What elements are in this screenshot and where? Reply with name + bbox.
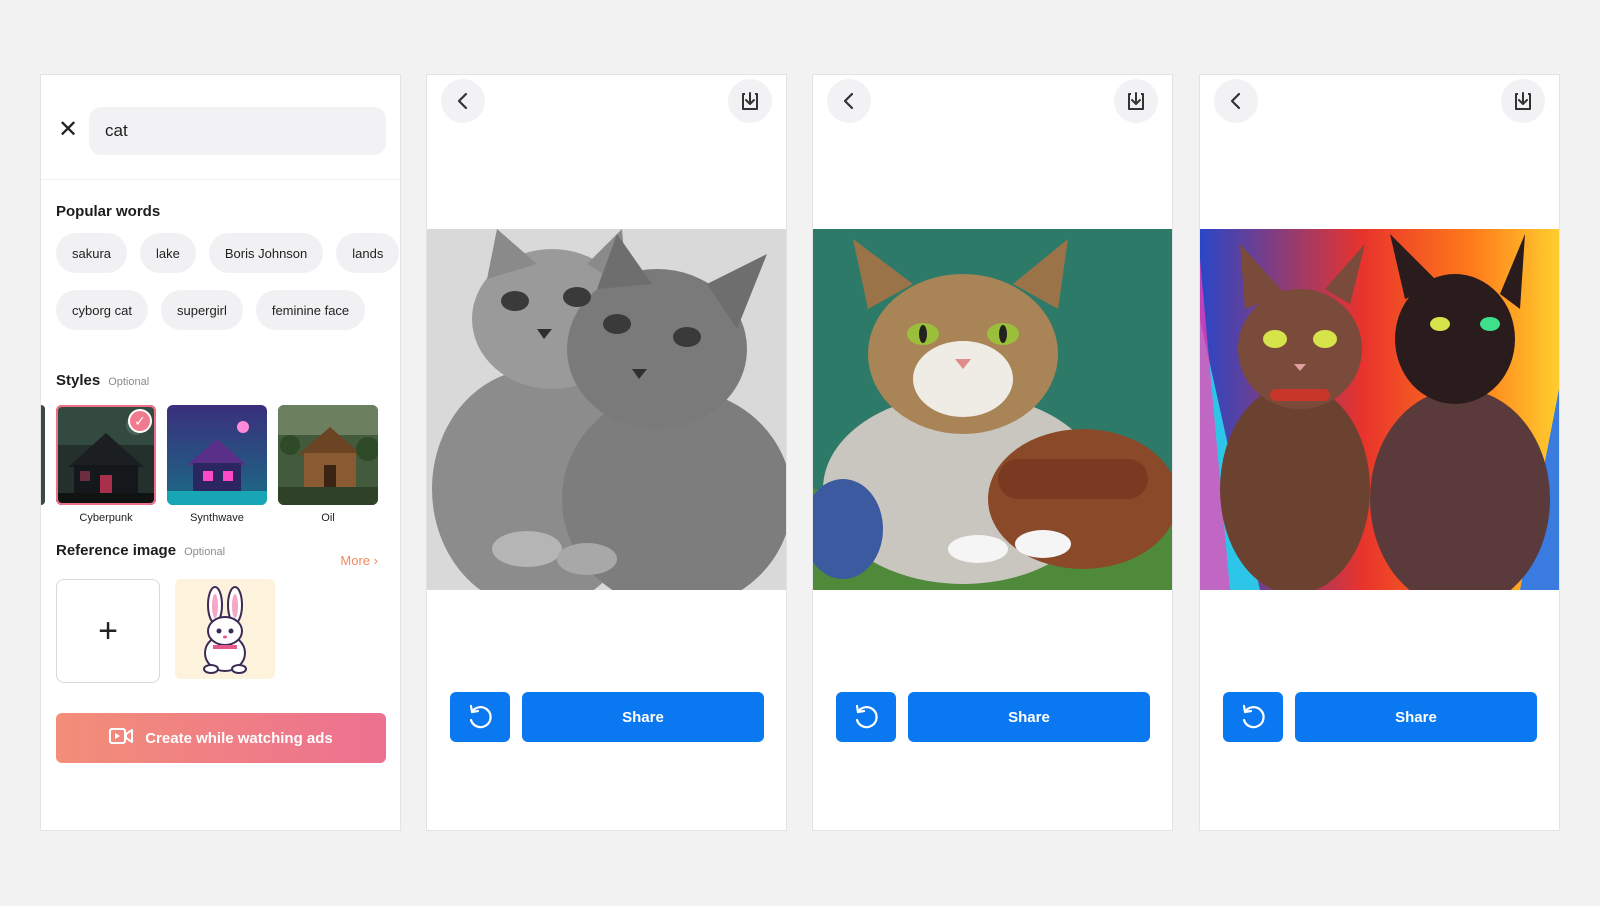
style-synthwave-thumbnail <box>167 405 267 505</box>
back-button[interactable] <box>441 79 485 123</box>
download-icon <box>742 92 758 110</box>
download-button[interactable] <box>1501 79 1545 123</box>
plus-icon: + <box>98 611 118 650</box>
style-oil[interactable]: Oil <box>278 405 378 524</box>
style-thumb-partial <box>41 405 45 505</box>
refresh-icon <box>855 704 878 729</box>
generated-image[interactable] <box>813 229 1172 590</box>
create-button-label: Create while watching ads <box>145 729 333 747</box>
chevron-left-icon <box>843 92 854 110</box>
popular-words-row-2: cyborg cat supergirl feminine face <box>56 290 366 330</box>
style-oil-thumbnail <box>278 405 378 505</box>
reference-optional-label: Optional <box>184 546 226 558</box>
share-button[interactable]: Share <box>908 692 1150 742</box>
share-button[interactable]: Share <box>1295 692 1537 742</box>
result-screen-3: Share <box>1199 74 1560 831</box>
reference-image-bunny[interactable] <box>175 579 275 679</box>
style-synthwave-label: Synthwave <box>190 512 244 524</box>
chip-feminine-face[interactable]: feminine face <box>255 290 366 330</box>
styles-title: Styles Optional <box>56 372 150 389</box>
chevron-left-icon <box>457 92 468 110</box>
create-while-watching-ads-button[interactable]: Create while watching ads <box>56 713 386 763</box>
chip-boris-johnson[interactable]: Boris Johnson <box>208 233 324 273</box>
divider <box>41 179 400 180</box>
style-cyberpunk-thumbnail: ✓ <box>56 405 156 505</box>
style-synthwave[interactable]: Synthwave <box>167 405 267 524</box>
style-oil-label: Oil <box>321 512 335 524</box>
refresh-icon <box>469 704 492 729</box>
popular-words-title: Popular words <box>56 203 161 220</box>
generated-image[interactable] <box>427 229 786 590</box>
regenerate-button[interactable] <box>836 692 896 742</box>
chip-sakura[interactable]: sakura <box>56 233 128 273</box>
add-reference-button[interactable]: + <box>56 579 160 683</box>
chip-lands[interactable]: lands <box>336 233 400 273</box>
share-button[interactable]: Share <box>522 692 764 742</box>
styles-optional-label: Optional <box>108 376 150 388</box>
search-input[interactable]: cat <box>89 107 386 155</box>
popular-words-row-1: sakura lake Boris Johnson lands <box>56 233 400 273</box>
search-input-value: cat <box>105 121 128 140</box>
chip-cyborg-cat[interactable]: cyborg cat <box>56 290 148 330</box>
refresh-icon <box>1242 704 1265 729</box>
download-button[interactable] <box>1114 79 1158 123</box>
download-button[interactable] <box>728 79 772 123</box>
chip-lake[interactable]: lake <box>140 233 196 273</box>
selected-check-icon: ✓ <box>128 409 152 433</box>
download-icon <box>1515 92 1531 110</box>
style-cyberpunk-label: Cyberpunk <box>79 512 133 524</box>
download-icon <box>1128 92 1144 110</box>
style-cyberpunk[interactable]: ✓ Cyberpunk <box>56 405 156 524</box>
result-screen-2: Share <box>812 74 1173 831</box>
close-icon[interactable]: ✕ <box>55 117 81 143</box>
video-camera-icon <box>109 727 134 749</box>
generated-image[interactable] <box>1200 229 1559 590</box>
regenerate-button[interactable] <box>450 692 510 742</box>
regenerate-button[interactable] <box>1223 692 1283 742</box>
reference-image-title: Reference image Optional <box>56 542 226 559</box>
chevron-left-icon <box>1230 92 1241 110</box>
more-link[interactable]: More › <box>340 553 378 568</box>
styles-carousel[interactable]: ✓ Cyberpunk Synthwave Oil <box>41 405 400 535</box>
result-screen-1: Share <box>426 74 787 831</box>
back-button[interactable] <box>1214 79 1258 123</box>
back-button[interactable] <box>827 79 871 123</box>
chip-supergirl[interactable]: supergirl <box>160 290 243 330</box>
prompt-screen: ✕ cat Popular words sakura lake Boris Jo… <box>40 74 401 831</box>
chevron-right-icon: › <box>373 553 378 568</box>
